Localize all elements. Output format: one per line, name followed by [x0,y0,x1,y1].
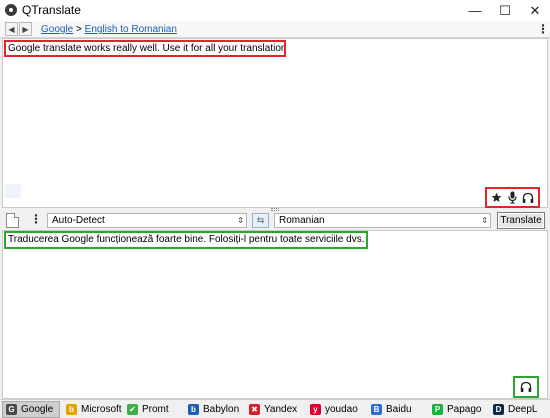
tab-label: youdao [325,404,358,415]
new-document-icon[interactable] [6,213,19,228]
source-language-select[interactable]: Auto-Detect ⇕ [47,213,247,228]
source-language-value: Auto-Detect [52,215,105,226]
target-tool-group [513,376,539,398]
breadcrumb: Google > English to Romanian [41,24,177,35]
tab-label: Babylon [203,404,240,415]
title-bar: QTranslate — ☐ ✕ [0,0,550,21]
youdao-icon: y [310,404,321,415]
window-title: QTranslate [22,3,81,17]
headphones-icon[interactable] [521,191,535,205]
source-dropdown-arrow-icon: ⇕ [237,216,244,225]
swap-languages-button[interactable]: ⇆ [252,213,269,228]
tab-label: Yandex [264,404,298,415]
tab-microsoft[interactable]: b Microsoft [63,401,123,418]
headphones-icon[interactable] [519,380,533,394]
translation-text-area[interactable]: Traducerea Google funcționează foarte bi… [2,230,548,399]
yandex-icon: ✖ [249,404,260,415]
tab-label: Microsoft [81,404,122,415]
microsoft-bing-icon: b [66,404,77,415]
star-icon[interactable] [490,191,504,205]
baidu-icon: B [371,404,382,415]
service-tab-bar: G Google b Microsoft ✔ Promt b Babylon ✖… [0,399,550,418]
tab-label: Promt [142,404,169,415]
microphone-icon[interactable] [505,191,519,205]
target-language-select[interactable]: Romanian ⇕ [274,213,491,228]
target-language-value: Romanian [279,215,325,226]
target-dropdown-arrow-icon: ⇕ [481,216,488,225]
forward-button[interactable]: ▶ [19,22,32,36]
google-icon: G [6,404,17,415]
close-button[interactable]: ✕ [520,0,550,21]
tab-deepl[interactable]: D DeepL [490,401,548,418]
direction-link[interactable]: English to Romanian [85,24,177,35]
promt-icon: ✔ [127,404,138,415]
back-button[interactable]: ◀ [5,22,18,36]
tab-babylon[interactable]: b Babylon [185,401,245,418]
language-toolbar: ⋮ Auto-Detect ⇕ ⇆ Romanian ⇕ Translate [0,211,550,230]
tab-youdao[interactable]: y youdao [307,401,367,418]
tab-yandex[interactable]: ✖ Yandex [246,401,306,418]
more-options-icon[interactable]: ⋮ [537,23,549,36]
tab-label: Baidu [386,404,412,415]
source-pane-marker [5,184,21,198]
source-text[interactable]: Google translate works really well. Use … [4,40,286,57]
babylon-icon: b [188,404,199,415]
tab-google[interactable]: G Google [2,401,60,418]
tab-papago[interactable]: P Papago [429,401,489,418]
deepl-icon: D [493,404,504,415]
translated-text[interactable]: Traducerea Google funcționează foarte bi… [4,231,368,249]
tab-label: Papago [447,404,482,415]
toolbar-menu-icon[interactable]: ⋮ [30,213,42,225]
source-text-area[interactable]: Google translate works really well. Use … [2,38,548,208]
maximize-button[interactable]: ☐ [490,0,520,21]
tab-promt[interactable]: ✔ Promt [124,401,184,418]
breadcrumb-separator: > [76,24,82,35]
navigation-bar: ◀ ▶ Google > English to Romanian ⋮ [0,21,550,38]
tab-baidu[interactable]: B Baidu [368,401,428,418]
tab-label: Google [21,404,54,415]
minimize-button[interactable]: — [460,0,490,21]
app-logo-icon [5,4,17,16]
source-tool-group [485,187,540,208]
translate-button[interactable]: Translate [497,212,545,229]
papago-icon: P [432,404,443,415]
service-link[interactable]: Google [41,24,73,35]
tab-label: DeepL [508,404,538,415]
